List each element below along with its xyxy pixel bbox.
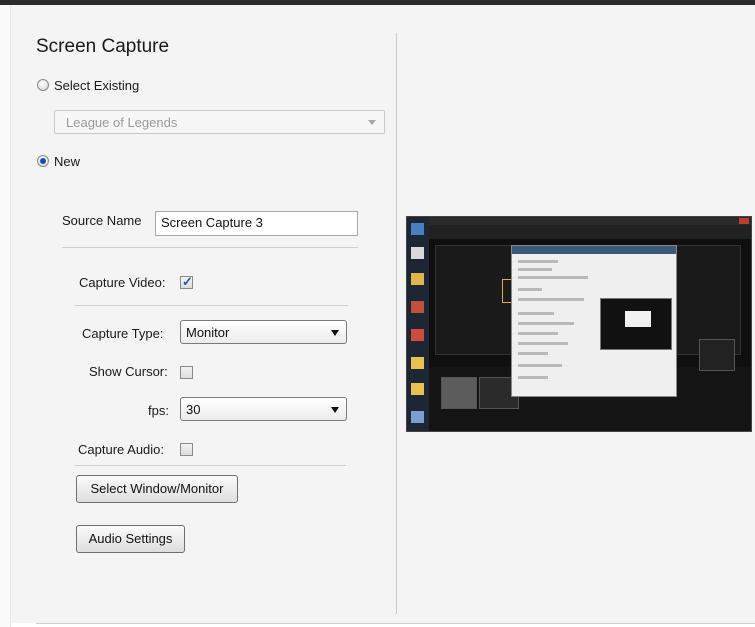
preview-titlebar xyxy=(407,217,751,225)
show-cursor-checkbox[interactable] xyxy=(180,366,193,379)
desktop-icon xyxy=(411,329,424,341)
audio-settings-button[interactable]: Audio Settings xyxy=(76,525,185,553)
capture-audio-checkbox[interactable] xyxy=(180,443,193,456)
select-existing-radio[interactable] xyxy=(37,79,49,91)
fps-select[interactable]: 30 xyxy=(180,397,347,421)
chevron-down-icon xyxy=(368,120,376,125)
preview-dialog-line xyxy=(518,352,548,355)
preview-dialog-line xyxy=(518,268,552,271)
chevron-down-icon xyxy=(331,330,339,336)
capture-preview-image xyxy=(406,216,752,432)
source-name-label: Source Name xyxy=(62,213,142,228)
desktop-icon xyxy=(411,223,424,235)
capture-audio-label: Capture Audio: xyxy=(78,442,165,457)
checkmark-icon: ✓ xyxy=(182,274,193,289)
preview-dialog-line xyxy=(518,332,558,335)
desktop-icon xyxy=(411,411,424,423)
existing-source-combo: League of Legends xyxy=(54,110,385,134)
page-title: Screen Capture xyxy=(36,36,170,57)
source-name-input[interactable] xyxy=(156,212,356,233)
preview-menubar xyxy=(429,225,751,239)
desktop-icon xyxy=(411,247,424,259)
capture-type-label: Capture Type: xyxy=(82,326,164,341)
left-edge-strip xyxy=(0,5,11,627)
bottom-divider xyxy=(36,623,755,624)
preview-dialog-titlebar xyxy=(512,246,676,254)
preview-dialog-line xyxy=(518,376,548,379)
preview-dialog-line xyxy=(518,364,562,367)
select-window-monitor-button[interactable]: Select Window/Monitor xyxy=(76,475,238,503)
folder-icon xyxy=(411,357,424,369)
divider-3 xyxy=(75,465,346,466)
new-label[interactable]: New xyxy=(54,154,80,169)
preview-close-icon xyxy=(739,218,749,224)
chevron-down-icon xyxy=(331,407,339,413)
preview-thumb xyxy=(441,377,477,409)
preview-dialog-line xyxy=(518,276,588,279)
preview-dialog-line xyxy=(518,312,554,315)
show-cursor-label: Show Cursor: xyxy=(89,364,168,379)
fps-label: fps: xyxy=(148,403,169,418)
folder-icon xyxy=(411,383,424,395)
existing-source-value: League of Legends xyxy=(66,115,178,130)
preview-dialog-line xyxy=(518,288,542,291)
panel-divider xyxy=(396,33,397,614)
audio-settings-label: Audio Settings xyxy=(88,531,173,546)
select-existing-label[interactable]: Select Existing xyxy=(54,78,139,93)
preview-dialog xyxy=(511,245,677,397)
capture-type-value: Monitor xyxy=(186,325,230,340)
preview-dialog-line xyxy=(518,298,584,301)
desktop-icon xyxy=(411,301,424,313)
capture-type-select[interactable]: Monitor xyxy=(180,320,347,344)
divider-1 xyxy=(62,247,358,248)
preview-nested-dialog xyxy=(625,311,651,327)
folder-icon xyxy=(411,273,424,285)
source-name-field[interactable] xyxy=(155,211,358,236)
preview-dialog-line xyxy=(518,260,558,263)
divider-2 xyxy=(75,305,348,306)
select-window-monitor-label: Select Window/Monitor xyxy=(90,481,224,496)
new-radio[interactable] xyxy=(37,155,49,167)
preview-dialog-line xyxy=(518,342,568,345)
preview-thumb xyxy=(699,339,735,371)
fps-value: 30 xyxy=(186,402,201,417)
capture-video-checkbox[interactable]: ✓ xyxy=(180,274,193,289)
preview-nested-screen xyxy=(600,298,672,350)
preview-desktop-icons xyxy=(407,217,429,431)
preview-dialog-line xyxy=(518,322,574,325)
capture-video-label: Capture Video: xyxy=(79,275,166,290)
